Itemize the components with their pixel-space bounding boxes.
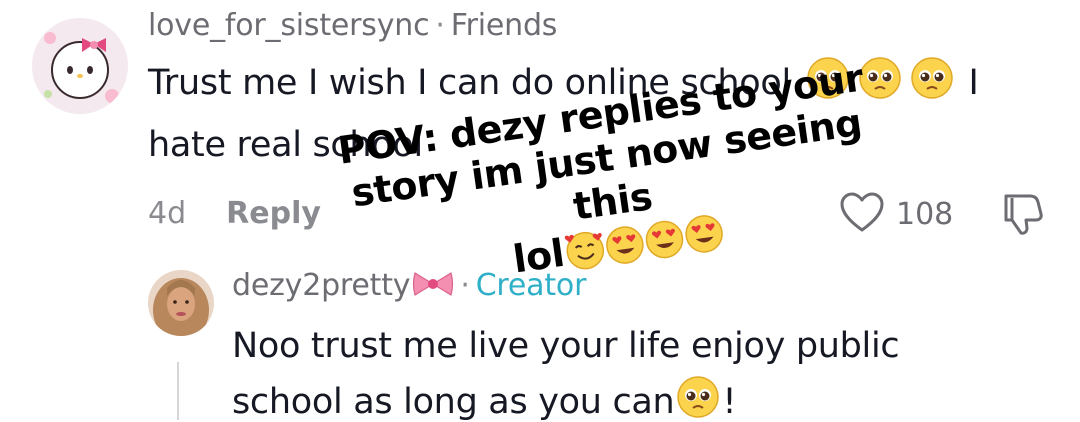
pleading-face-emoji-icon: [910, 56, 954, 117]
comment-thread: love_for_sistersync · Friends Trust me I w…: [0, 0, 1080, 422]
separator-dot: ·: [435, 8, 445, 43]
comment-meta: 4d Reply: [148, 196, 321, 231]
like-count: 108: [896, 196, 954, 232]
reply-text: Noo trust me live your life enjoy public…: [232, 318, 1052, 422]
comment-text-part-2: I: [968, 63, 979, 103]
pleading-face-emoji-icon: [676, 375, 720, 422]
reply-text-part-1: school as long as you can: [232, 382, 675, 422]
comment-age: 4d: [148, 196, 187, 231]
reply-button[interactable]: Reply: [226, 196, 321, 231]
thread-connector-line: [177, 362, 179, 420]
reply-line-2: school as long as you can !: [232, 374, 1052, 422]
heart-eyes-emoji-icon: [642, 217, 688, 271]
commenter-username[interactable]: love_for_sistersync: [148, 8, 430, 43]
creator-avatar[interactable]: [148, 270, 214, 336]
heart-eyes-emoji-icon: [682, 211, 728, 265]
commenter-avatar[interactable]: [32, 18, 128, 114]
commenter-username-line: love_for_sistersync · Friends: [148, 8, 557, 43]
friends-label: Friends: [450, 8, 558, 43]
smiling-hearts-emoji-icon: [563, 228, 609, 282]
reply-text-part-2: !: [722, 382, 737, 422]
caption-line-3-text: lol: [510, 230, 567, 282]
reply-line-1: Noo trust me live your life enjoy public: [232, 326, 900, 366]
heart-eyes-emoji-icon: [603, 222, 649, 276]
dislike-icon[interactable]: [998, 190, 1046, 240]
